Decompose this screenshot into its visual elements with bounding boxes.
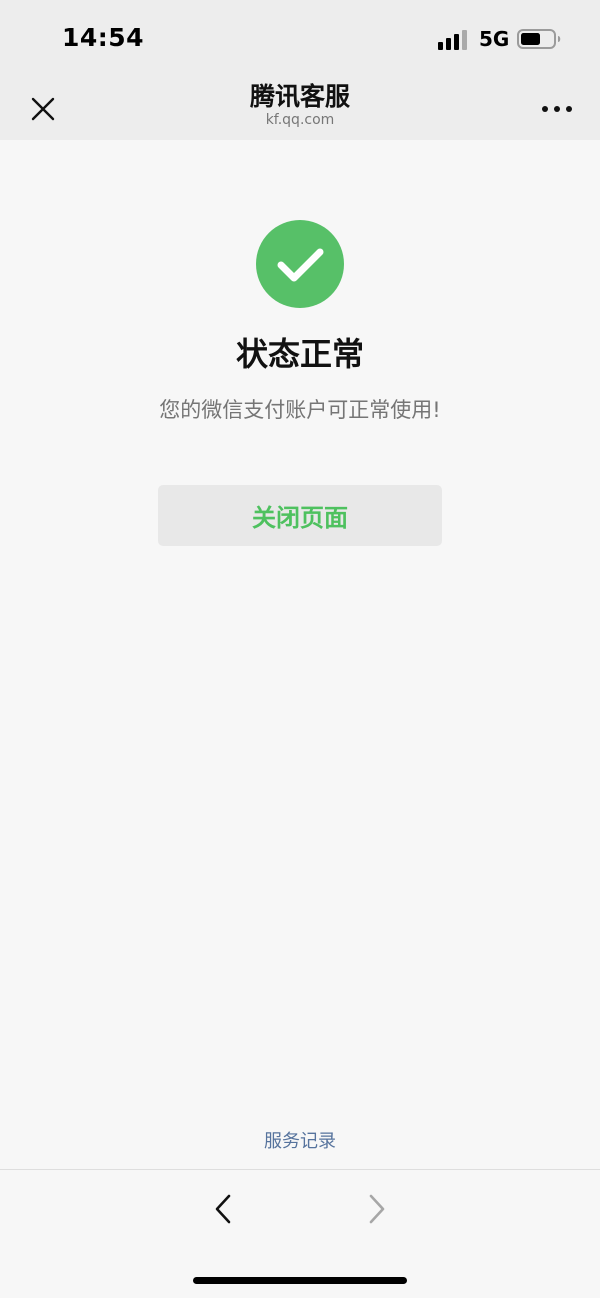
more-button[interactable] xyxy=(534,92,580,126)
network-type: 5G xyxy=(479,27,510,51)
signal-icon xyxy=(438,30,470,50)
page-title: 腾讯客服 xyxy=(249,82,350,111)
home-indicator xyxy=(193,1277,407,1284)
page-title-group: 腾讯客服 kf.qq.com xyxy=(150,82,450,129)
more-icon xyxy=(540,104,574,114)
status-title: 状态正常 xyxy=(235,335,364,373)
back-button[interactable] xyxy=(204,1188,242,1230)
battery-icon xyxy=(517,28,563,50)
status-time: 14:54 xyxy=(62,23,145,52)
page-domain: kf.qq.com xyxy=(265,112,335,128)
forward-button[interactable] xyxy=(358,1188,396,1230)
status-description: 您的微信支付账户可正常使用! xyxy=(159,398,441,422)
top-header-area: 14:54 5G 腾讯客服 kf.qq.com xyxy=(0,0,600,140)
status-bar: 14:54 5G xyxy=(0,0,600,80)
chevron-right-icon xyxy=(366,1192,388,1226)
close-page-button[interactable]: 关闭页面 xyxy=(158,485,442,546)
close-button[interactable] xyxy=(26,92,60,126)
check-circle-icon xyxy=(256,220,344,308)
close-icon xyxy=(29,95,57,123)
navigation-bar: 腾讯客服 kf.qq.com xyxy=(0,80,600,140)
chevron-left-icon xyxy=(212,1192,234,1226)
service-record-link[interactable]: 服务记录 xyxy=(230,1128,370,1156)
